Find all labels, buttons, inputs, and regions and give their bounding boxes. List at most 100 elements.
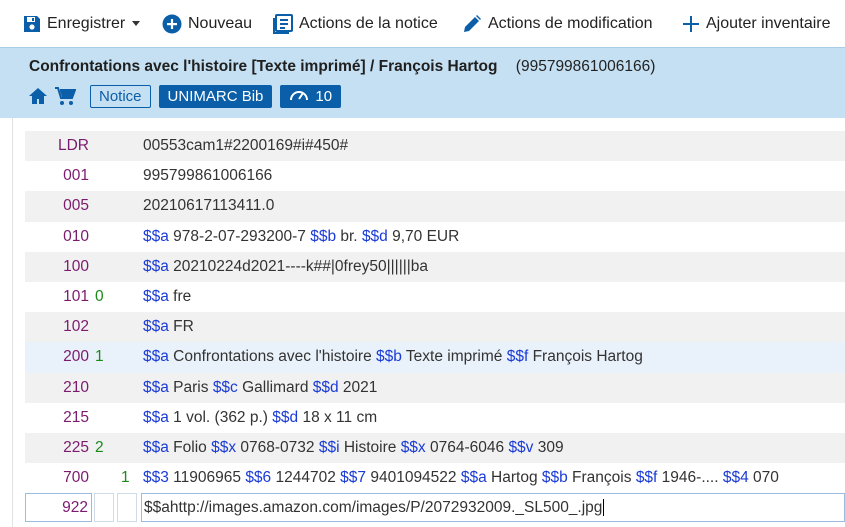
subfield-value: Paris	[168, 378, 213, 396]
subfield-value: fre	[168, 288, 192, 306]
subfield-code: $$a	[143, 348, 169, 366]
subfield-value: 11906965	[168, 469, 246, 487]
cart-icon[interactable]	[54, 86, 76, 106]
field-tag-input[interactable]: 922	[25, 493, 92, 522]
field-tag: 700	[63, 469, 89, 487]
subfield-code: $$b	[310, 227, 337, 245]
marc-field-row[interactable]: 700 1 $$3 11906965 $$6 1244702 $$7 9401094…	[25, 463, 845, 493]
subfield-code: $$3	[143, 469, 169, 487]
save-button[interactable]: Enregistrer	[23, 0, 141, 47]
subfield-code: $$a	[143, 438, 169, 456]
home-icon[interactable]	[28, 87, 48, 105]
subfield-value: 309	[533, 438, 564, 456]
marc-field-row[interactable]: 101 0 $$a fre	[25, 282, 845, 312]
subfield-code: $$a	[143, 408, 169, 426]
subfield-value: 995799861006166	[143, 167, 273, 185]
field-content: $$a Confrontations avec l'histoire $$b T…	[143, 348, 643, 366]
format-badge[interactable]: UNIMARC Bib	[158, 84, 273, 108]
marc-field-row[interactable]: 010 $$a 978-2-07-293200-7 $$b br. $$d 9,7…	[25, 222, 845, 252]
marc-field-list: LDR 00553cam1#2200169#i#450# 001 9957998610…	[25, 131, 845, 493]
field-content-input[interactable]: $$ahttp://images.amazon.com/images/P/207…	[141, 493, 845, 522]
add-inventory-button[interactable]: Ajouter inventaire	[682, 0, 831, 47]
marc-field-row[interactable]: 200 1 $$a Confrontations avec l'histoire $…	[25, 342, 845, 373]
indicator-1-input[interactable]	[94, 493, 114, 522]
subfield-value: 1244702	[271, 469, 341, 487]
edit-actions-button[interactable]: Actions de modification	[462, 0, 653, 47]
score-value: 10	[315, 87, 333, 105]
subfield-code: $$v	[508, 438, 534, 456]
marc-field-row[interactable]: 005 20210617113411.0	[25, 191, 845, 222]
subfield-value: François	[567, 469, 636, 487]
text-cursor	[603, 499, 605, 517]
subfield-code: $$f	[506, 348, 529, 366]
field-content: $$a fre	[143, 288, 191, 306]
plus-icon	[682, 15, 700, 33]
subfield-value: Histoire	[339, 438, 401, 456]
subfield-value: 1946-....	[657, 469, 723, 487]
subfield-code: $$a	[143, 288, 169, 306]
field-tag: 001	[63, 167, 89, 185]
new-button[interactable]: Nouveau	[162, 0, 252, 47]
field-content: 00553cam1#2200169#i#450#	[143, 137, 348, 155]
field-tag: 005	[63, 197, 89, 215]
marc-field-row[interactable]: 210 $$a Paris $$c Gallimard $$d 2021	[25, 372, 845, 403]
record-actions-button[interactable]: Actions de la notice	[273, 0, 438, 47]
indicator-2-input[interactable]	[117, 493, 137, 522]
subfield-value: 1 vol. (362 p.)	[168, 408, 273, 426]
field-content-value: $$ahttp://images.amazon.com/images/P/207…	[144, 499, 603, 516]
subfield-code: $$x	[400, 438, 426, 456]
field-tag: 210	[63, 378, 89, 396]
record-header: Confrontations avec l'histoire [Texte im…	[0, 47, 845, 118]
record-title-row: Confrontations avec l'histoire [Texte im…	[29, 58, 655, 76]
field-indicator-1: 0	[95, 288, 104, 306]
subfield-code: $$b	[376, 348, 402, 366]
subfield-value: Texte imprimé	[401, 348, 507, 366]
field-content: $$a 978-2-07-293200-7 $$b br. $$d 9,70 E…	[143, 228, 459, 246]
subfield-value: Gallimard	[237, 378, 313, 396]
save-label: Enregistrer	[47, 14, 126, 32]
subfield-value: FR	[168, 318, 194, 336]
marc-field-row[interactable]: 215 $$a 1 vol. (362 p.) $$d 18 x 11 cm	[25, 403, 845, 433]
marc-field-row[interactable]: 100 $$a 20210224d2021----k##|0frey50|||||…	[25, 251, 845, 282]
subfield-value: Confrontations avec l'histoire	[168, 348, 377, 366]
marc-field-row[interactable]: 001 995799861006166	[25, 161, 845, 191]
field-tag: 101	[63, 288, 89, 306]
field-tag: 215	[63, 408, 89, 426]
field-content: $$3 11906965 $$6 1244702 $$7 9401094522 …	[143, 469, 779, 487]
score-badge[interactable]: 10	[280, 84, 342, 108]
subfield-code: $$a	[143, 227, 169, 245]
subfield-value: br.	[336, 227, 362, 245]
field-content: $$a 1 vol. (362 p.) $$d 18 x 11 cm	[143, 409, 377, 427]
subfield-value: François Hartog	[528, 348, 643, 366]
subfield-value: Hartog	[486, 469, 542, 487]
subfield-code: $$a	[143, 378, 169, 396]
marc-field-row[interactable]: LDR 00553cam1#2200169#i#450#	[25, 131, 845, 162]
field-indicator-1: 1	[95, 348, 104, 366]
subfield-code: $$b	[541, 469, 568, 487]
pencil-icon	[462, 14, 482, 34]
subfield-value: Folio	[168, 438, 212, 456]
subfield-code: $$d	[361, 227, 388, 245]
new-label: Nouveau	[188, 14, 253, 32]
field-tag: 200	[63, 348, 89, 366]
marc-field-row[interactable]: 102 $$a FR	[25, 312, 845, 343]
subfield-value: 9401094522	[366, 469, 461, 487]
record-title: Confrontations avec l'histoire [Texte im…	[29, 58, 498, 75]
field-tag: 010	[63, 227, 89, 245]
field-content: $$a FR	[143, 318, 194, 336]
record-mms-id: (995799861006166)	[515, 58, 656, 75]
field-content: $$a Paris $$c Gallimard $$d 2021	[143, 379, 377, 397]
notice-badge[interactable]: Notice	[90, 84, 151, 108]
subfield-code: $$i	[318, 438, 340, 456]
field-tag: 225	[63, 438, 89, 456]
subfield-value: 00553cam1#2200169#i#450#	[143, 137, 349, 155]
field-indicator-2: 1	[121, 469, 130, 487]
marc-field-row[interactable]: 225 2 $$a Folio $$x 0768-0732 $$i Histoire…	[25, 432, 845, 464]
subfield-code: $$7	[340, 469, 367, 487]
record-list-icon	[273, 13, 293, 34]
subfield-code: $$f	[635, 469, 658, 487]
subfield-code: $$c	[212, 378, 238, 396]
subfield-value: 070	[748, 469, 779, 487]
subfield-code: $$a	[143, 318, 169, 336]
editor-left-border	[12, 118, 13, 527]
